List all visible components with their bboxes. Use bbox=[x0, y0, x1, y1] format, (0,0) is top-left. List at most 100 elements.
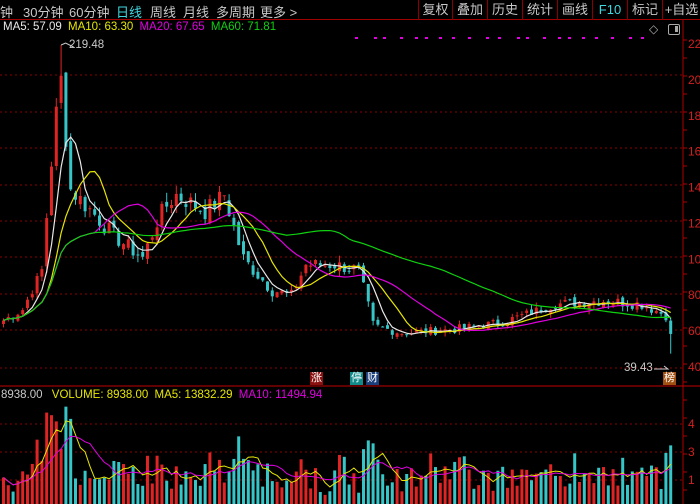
volume-bar bbox=[381, 474, 385, 504]
volume-bar bbox=[45, 412, 49, 504]
candle-down bbox=[366, 283, 370, 302]
volume-bar bbox=[184, 471, 188, 504]
price-axis-label: 40 bbox=[688, 360, 700, 374]
volume-bar bbox=[424, 475, 428, 504]
candle-up bbox=[50, 166, 53, 216]
volume-bar bbox=[453, 461, 457, 504]
price-axis-label: 160 bbox=[688, 145, 700, 159]
candle-up bbox=[275, 292, 279, 298]
volume-bar bbox=[54, 421, 58, 504]
volume-axis-label: 4 bbox=[688, 417, 695, 431]
volume-bar bbox=[126, 473, 130, 504]
volume-bar bbox=[26, 474, 29, 504]
volume-bar bbox=[136, 483, 140, 504]
finance-badge[interactable]: 财 bbox=[366, 372, 379, 385]
volume-bar bbox=[112, 460, 116, 504]
candle-up bbox=[45, 218, 49, 267]
volume-bar bbox=[333, 470, 337, 504]
candle-up bbox=[26, 299, 29, 309]
suspension-badge[interactable]: 停 bbox=[350, 372, 363, 385]
volume-bar bbox=[304, 469, 308, 504]
ranking-badge[interactable]: 榜 bbox=[663, 372, 676, 385]
candle-down bbox=[179, 193, 183, 201]
candle-up bbox=[54, 106, 58, 166]
high-price-label: 219.48 bbox=[69, 39, 105, 51]
volume-bar bbox=[496, 470, 500, 504]
candle-down bbox=[261, 277, 265, 281]
volume-bar bbox=[170, 488, 173, 504]
volume-bar bbox=[606, 485, 610, 504]
price-axis-label: 80 bbox=[688, 288, 700, 302]
event-marker bbox=[498, 37, 501, 39]
candle-down bbox=[659, 311, 663, 314]
candle-down bbox=[462, 323, 466, 329]
candle-down bbox=[266, 281, 269, 291]
candle-up bbox=[126, 239, 130, 248]
candle-up bbox=[491, 320, 495, 322]
event-marker bbox=[568, 37, 571, 39]
candle-down bbox=[630, 305, 634, 309]
candle-down bbox=[328, 265, 332, 269]
volume-bar bbox=[285, 480, 289, 504]
volume-bar bbox=[59, 448, 63, 504]
event-marker bbox=[526, 37, 529, 39]
volume-bar bbox=[323, 494, 327, 504]
kline-chart[interactable]: 220 200 180 160 140 120 100 80 60 40 4 3 1 bbox=[0, 0, 700, 504]
candle-up bbox=[395, 333, 399, 337]
volume-bar bbox=[21, 471, 25, 504]
volume-bar bbox=[410, 468, 413, 504]
candle-up bbox=[520, 314, 524, 316]
price-legend: MA5: 57.09 MA10: 63.30 MA20: 67.65 MA60:… bbox=[3, 21, 276, 33]
candle-down bbox=[568, 299, 572, 301]
volume-legend: 8938.00 VOLUME: 8938.00 MA5: 13832.29 MA… bbox=[1, 389, 322, 401]
ma20-legend: MA20: 67.65 bbox=[139, 21, 205, 33]
volume-bar bbox=[563, 486, 567, 504]
candle-up bbox=[155, 227, 159, 241]
event-marker bbox=[641, 37, 644, 39]
volume-bar bbox=[117, 462, 121, 504]
volume-bar bbox=[448, 479, 452, 504]
candle-down bbox=[141, 252, 145, 257]
panel-toggle-icon[interactable] bbox=[668, 24, 680, 35]
volume-bar bbox=[376, 459, 380, 504]
price-axis-label: 200 bbox=[688, 73, 700, 87]
volume-bar bbox=[419, 475, 423, 504]
candle-down bbox=[242, 241, 245, 255]
candle-down bbox=[136, 254, 140, 256]
volume-bar bbox=[654, 467, 658, 504]
candle-down bbox=[405, 334, 409, 336]
volume-bar bbox=[40, 460, 44, 504]
ma60-line bbox=[3, 225, 671, 322]
volume-bar bbox=[35, 439, 39, 504]
volume-bar bbox=[198, 485, 202, 504]
volume-bar bbox=[390, 482, 394, 504]
volume-bar bbox=[626, 484, 629, 504]
event-marker bbox=[611, 37, 614, 39]
candle-down bbox=[342, 264, 346, 273]
candle-down bbox=[371, 302, 375, 321]
ma60-legend: MA60: 71.81 bbox=[210, 21, 277, 33]
candle-down bbox=[573, 297, 577, 307]
volume-bar bbox=[462, 456, 466, 504]
volume-bar bbox=[659, 488, 663, 504]
candle-up bbox=[218, 191, 221, 211]
volume-bar bbox=[222, 482, 226, 504]
volume-bar bbox=[11, 491, 15, 504]
volume-bar bbox=[203, 464, 207, 504]
volume-bar bbox=[371, 443, 375, 504]
volume-bar bbox=[242, 458, 245, 504]
limit-up-badge[interactable]: 涨 bbox=[310, 372, 323, 385]
volume-bar bbox=[616, 485, 620, 504]
diamond-icon[interactable]: ◇ bbox=[649, 22, 658, 36]
volume-bar bbox=[578, 481, 581, 504]
event-marker bbox=[400, 37, 403, 39]
candle-down bbox=[93, 209, 97, 215]
volume-bar bbox=[290, 481, 293, 504]
volume-bar bbox=[88, 478, 92, 504]
event-marker bbox=[595, 37, 598, 39]
candle-down bbox=[381, 326, 385, 328]
candle-up bbox=[122, 244, 125, 250]
candle-up bbox=[174, 193, 178, 207]
candle-up bbox=[59, 75, 63, 103]
ma5-legend: MA5: 57.09 bbox=[3, 21, 62, 33]
